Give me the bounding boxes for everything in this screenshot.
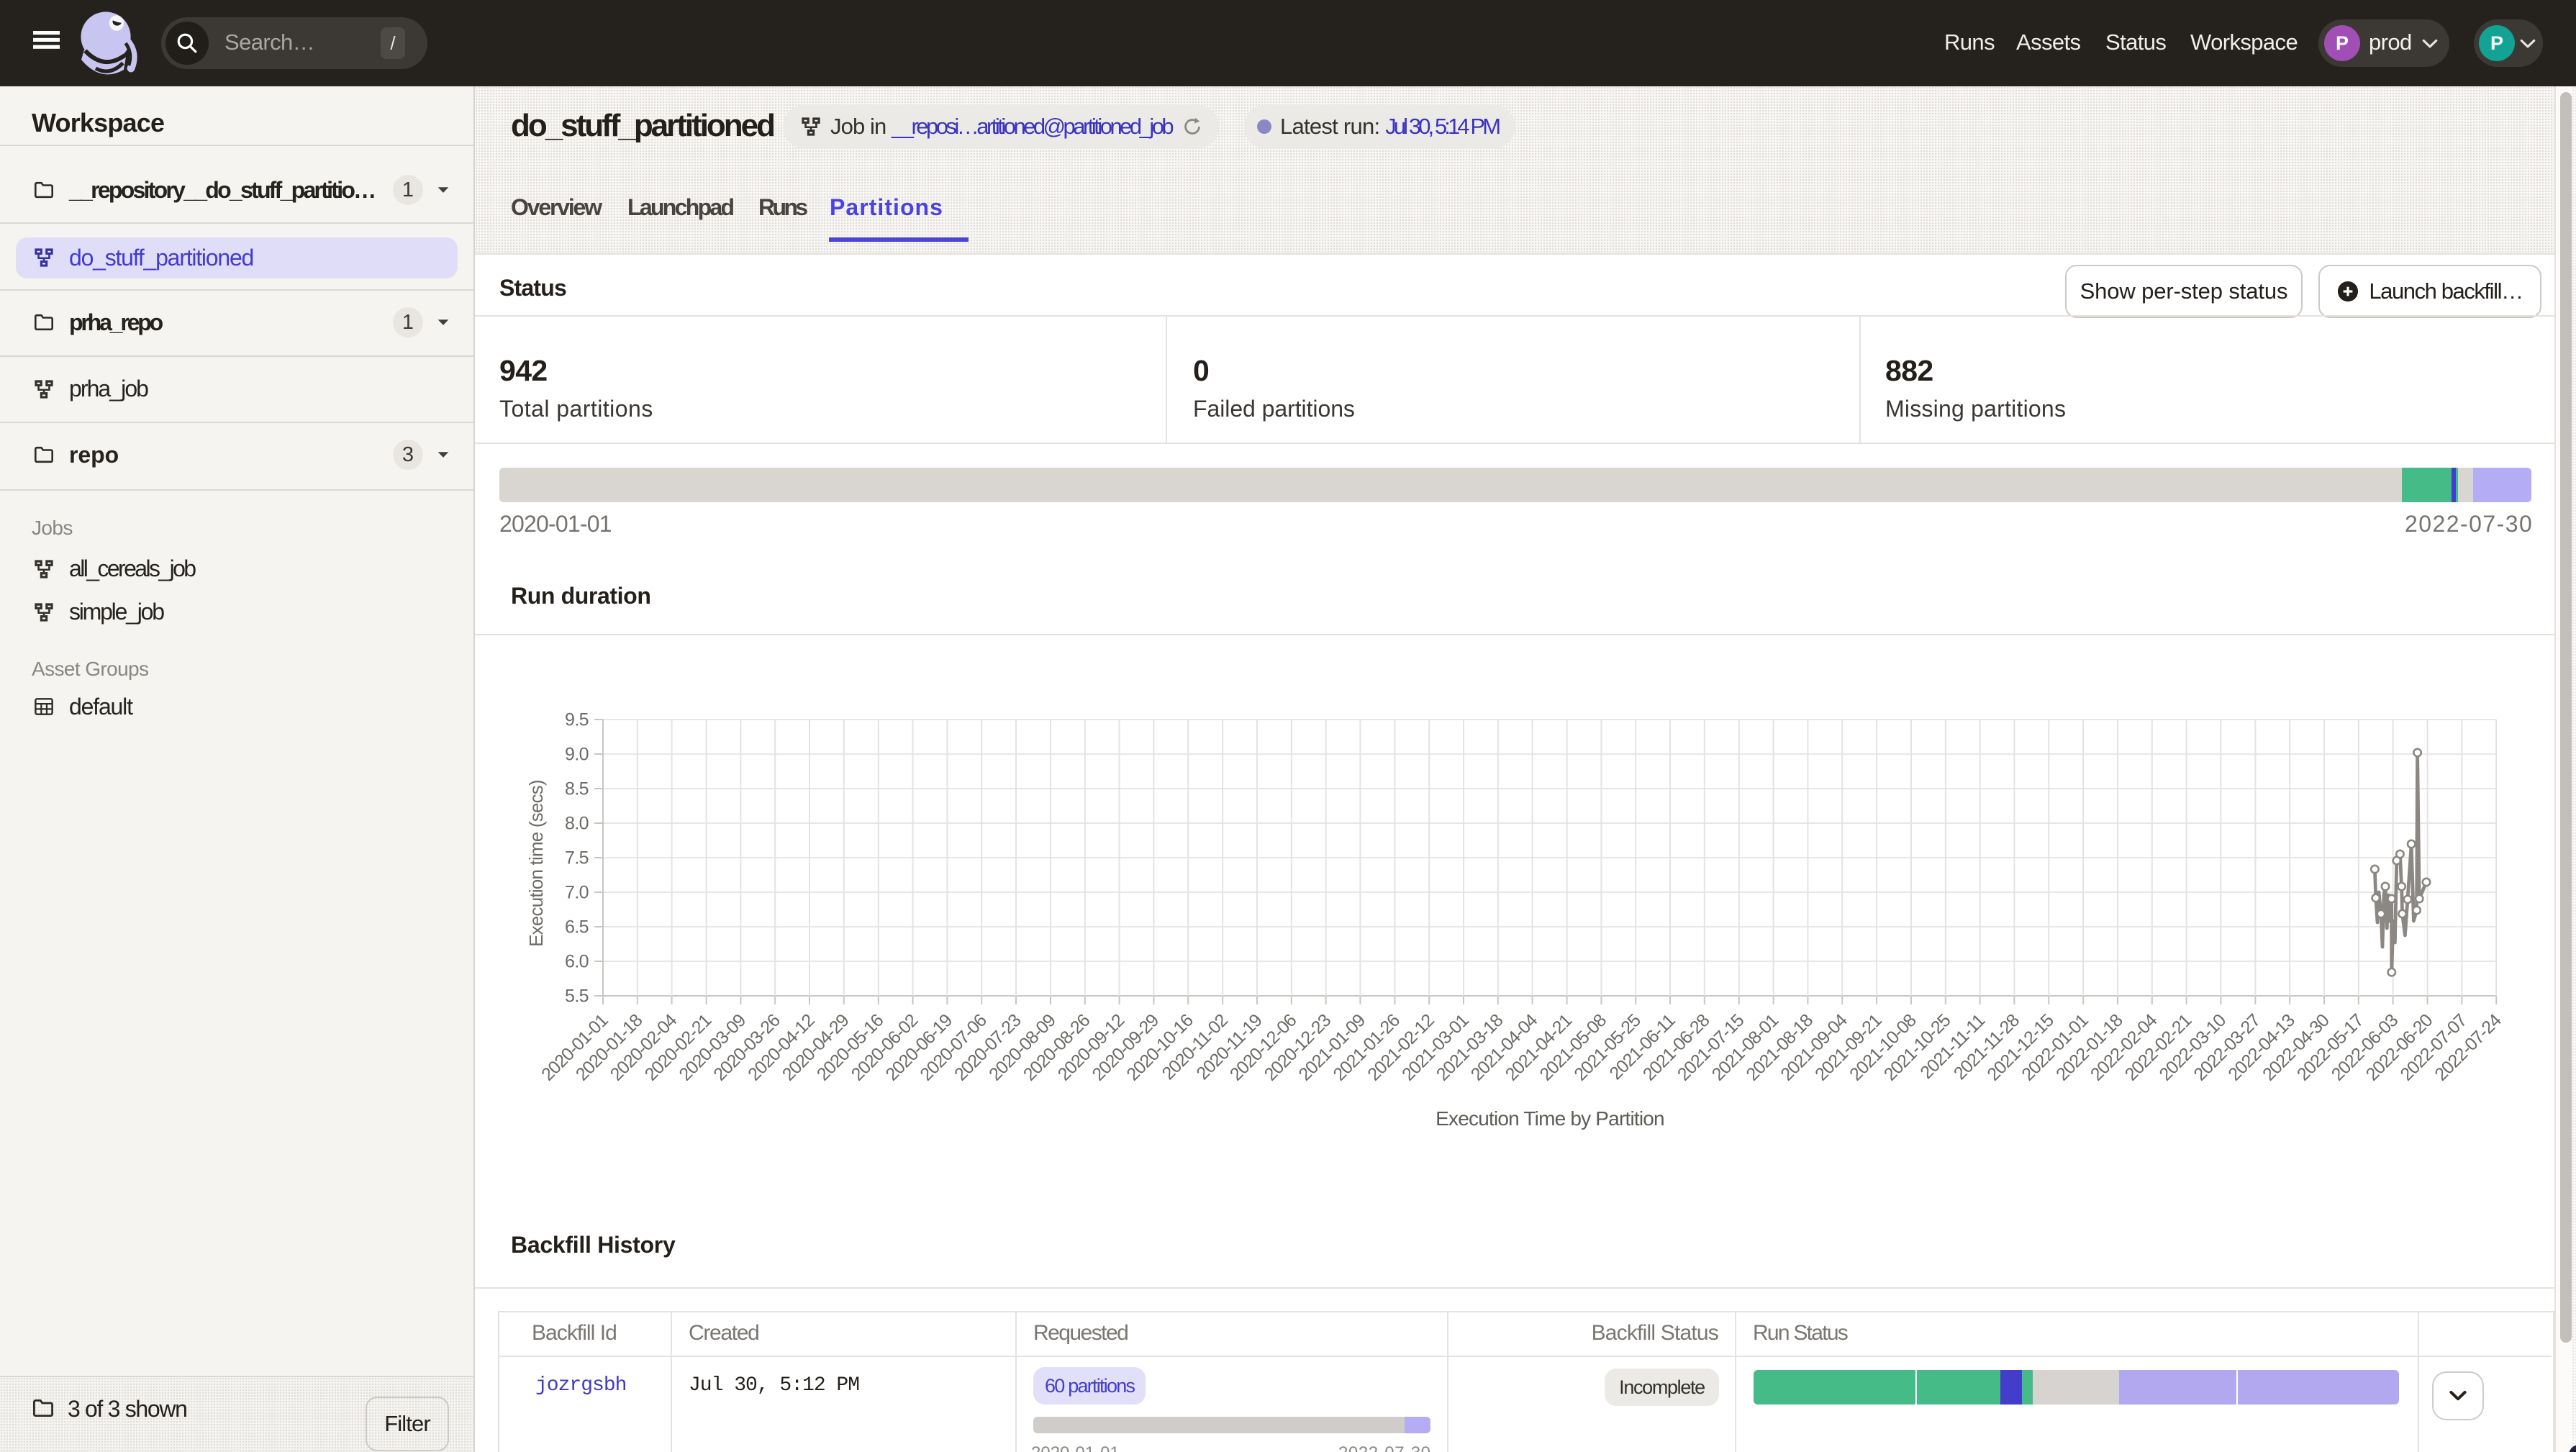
svg-text:5.5: 5.5 xyxy=(565,986,589,1007)
svg-text:6.5: 6.5 xyxy=(565,917,589,938)
svg-text:Execution time (secs): Execution time (secs) xyxy=(525,780,547,947)
svg-text:7.0: 7.0 xyxy=(565,883,589,903)
svg-text:9.5: 9.5 xyxy=(565,710,589,730)
svg-text:7.5: 7.5 xyxy=(565,848,589,868)
svg-text:8.0: 8.0 xyxy=(565,814,589,834)
svg-text:9.0: 9.0 xyxy=(565,745,589,765)
svg-text:8.5: 8.5 xyxy=(565,779,589,799)
svg-text:Execution Time by Partition: Execution Time by Partition xyxy=(1436,1107,1664,1130)
svg-text:6.0: 6.0 xyxy=(565,952,589,972)
